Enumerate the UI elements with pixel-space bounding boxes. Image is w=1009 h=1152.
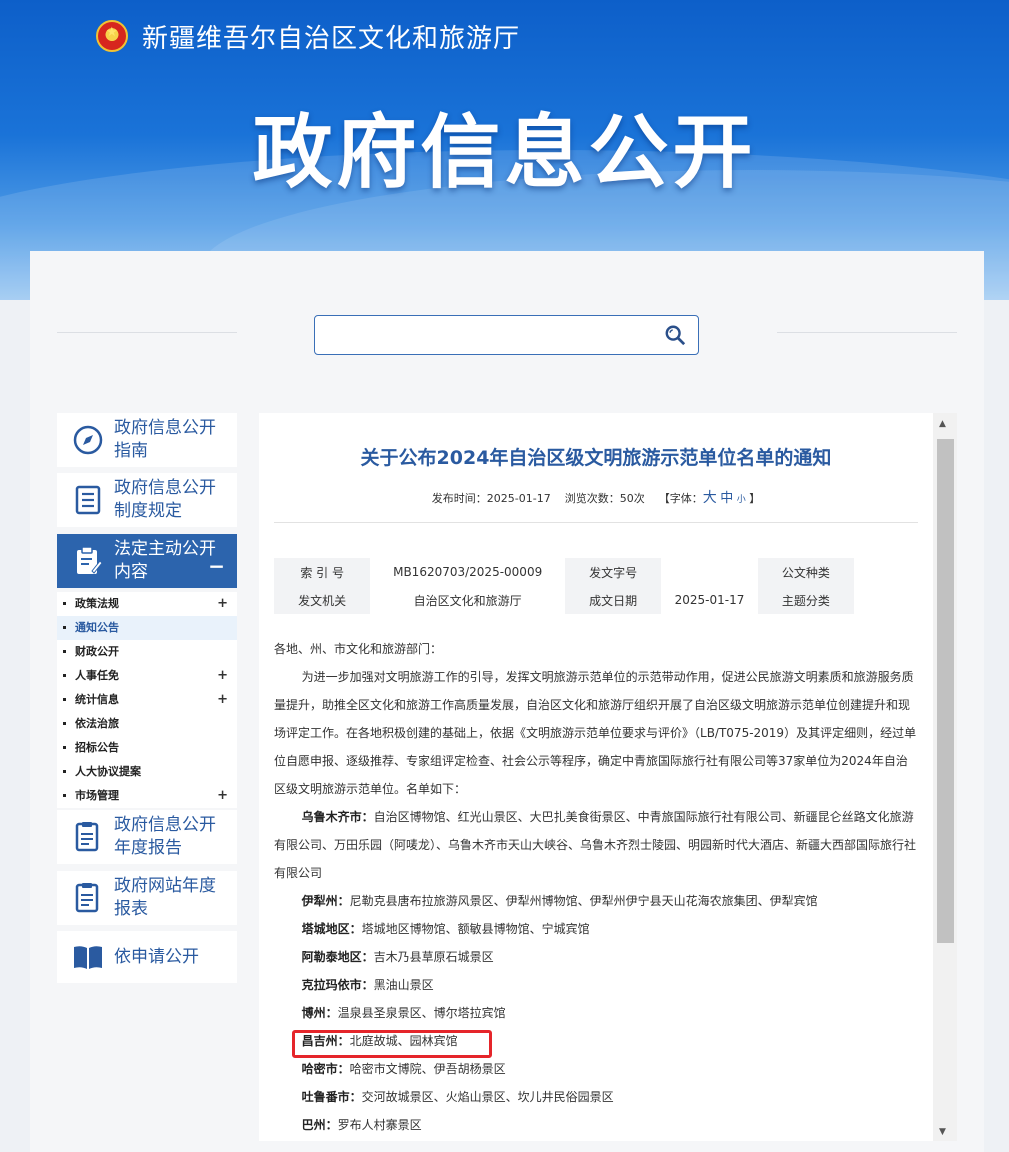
font-size-large-link[interactable]: 大 (703, 490, 717, 506)
sidebar-item-guide[interactable]: 政府信息公开指南 (57, 413, 237, 467)
submenu-item[interactable]: 人事任免+ (57, 664, 237, 688)
article-body: 各地、州、市文化和旅游部门： 为进一步加强对文明旅游工作的引导，发挥文明旅游示范… (274, 635, 918, 1139)
national-emblem-icon (96, 20, 128, 52)
sidebar-item-label: 政府网站年度报表 (114, 875, 224, 921)
info-label: 索 引 号 (274, 558, 370, 586)
sidebar-item-label: 政府信息公开年度报告 (114, 814, 224, 860)
submenu: 政策法规+ 通知公告 财政公开 人事任免+ 统计信息+ 依法治旅 招标公告 人大… (57, 592, 237, 808)
region-entry: 巴州：罗布人村寨景区 (274, 1111, 918, 1139)
page-title: 政府信息公开 (0, 88, 1009, 204)
org-name[interactable]: 新疆维吾尔自治区文化和旅游厅 (142, 18, 520, 55)
region-entry: 伊犁州：尼勒克县唐布拉旅游风景区、伊犁州博物馆、伊犁州伊宁县天山花海农旅集团、伊… (274, 887, 918, 915)
search-icon[interactable] (664, 324, 686, 346)
document-list-icon (72, 484, 104, 516)
region-entry: 博州：温泉县圣泉景区、博尔塔拉宾馆 (274, 999, 918, 1027)
region-entry: 克拉玛依市：黑油山景区 (274, 971, 918, 999)
content-container: 政府信息公开指南 政府信息公开制度规定 法定主动公开内容 − 政策法规+ (30, 251, 984, 1152)
region-entry: 乌鲁木齐市：自治区博物馆、红光山景区、大巴扎美食街景区、中青旅国际旅行社有限公司… (274, 803, 918, 887)
region-entry: 塔城地区：塔城地区博物馆、额敏县博物馆、宁城宾馆 (274, 915, 918, 943)
expand-icon[interactable]: + (217, 664, 228, 688)
compass-icon (72, 424, 104, 456)
article-panel: 关于公布2024年自治区级文明旅游示范单位名单的通知 发布时间：2025-01-… (259, 413, 933, 1141)
info-value: 自治区文化和旅游厅 (370, 586, 565, 614)
sidebar-item-rules[interactable]: 政府信息公开制度规定 (57, 473, 237, 527)
submenu-item[interactable]: 财政公开 (57, 640, 237, 664)
sidebar-item-website-report[interactable]: 政府网站年度报表 (57, 871, 237, 925)
expand-icon[interactable]: + (217, 592, 228, 616)
submenu-item[interactable]: 统计信息+ (57, 688, 237, 712)
submenu-item[interactable]: 政策法规+ (57, 592, 237, 616)
submenu-item[interactable]: 市场管理+ (57, 784, 237, 808)
article-meta: 发布时间：2025-01-17 浏览次数：50次 【字体：大 中 小 】 (259, 487, 933, 507)
submenu-item[interactable]: 通知公告 (57, 616, 237, 640)
sidebar-item-label: 政府信息公开制度规定 (114, 477, 224, 523)
clipboard-edit-icon (72, 545, 104, 577)
expand-icon[interactable]: + (217, 784, 228, 808)
info-value: MB1620703/2025-00009 (370, 558, 565, 586)
paragraph: 为进一步加强对文明旅游工作的引导，发挥文明旅游示范单位的示范带动作用，促进公民旅… (274, 663, 918, 803)
expand-icon[interactable]: + (217, 688, 228, 712)
search-input[interactable] (315, 316, 645, 354)
search-box (314, 315, 699, 355)
publish-date: 2025-01-17 (487, 492, 551, 505)
font-size-small-link[interactable]: 小 (737, 495, 746, 505)
book-icon (72, 941, 104, 973)
info-label: 发文机关 (274, 586, 370, 614)
submenu-item[interactable]: 依法治旅 (57, 712, 237, 736)
info-label: 成文日期 (565, 586, 661, 614)
font-size-medium-link[interactable]: 中 (720, 491, 733, 506)
scroll-down-icon[interactable]: ▼ (939, 1127, 946, 1137)
info-label: 发文字号 (565, 558, 661, 586)
divider (274, 522, 918, 523)
article-title: 关于公布2024年自治区级文明旅游示范单位名单的通知 (259, 443, 933, 470)
sidebar-item-label: 依申请公开 (114, 946, 224, 969)
divider (57, 332, 237, 333)
sidebar-item-apply[interactable]: 依申请公开 (57, 931, 237, 983)
sidebar-item-annual-report[interactable]: 政府信息公开年度报告 (57, 810, 237, 864)
info-label: 主题分类 (758, 586, 854, 614)
document-info-table: 索 引 号 MB1620703/2025-00009 发文字号 公文种类 发文机… (274, 558, 854, 614)
region-entry: 吐鲁番市：交河故城景区、火焰山景区、坎儿井民俗园景区 (274, 1083, 918, 1111)
report-icon (72, 882, 104, 914)
scrollbar[interactable]: ▲ ▼ (933, 413, 957, 1141)
region-entry: 哈密市：哈密市文博院、伊吾胡杨景区 (274, 1055, 918, 1083)
scrollbar-thumb[interactable] (937, 439, 954, 943)
report-icon (72, 821, 104, 853)
info-value (661, 558, 757, 586)
info-value: 2025-01-17 (661, 586, 757, 614)
highlight-annotation (292, 1030, 492, 1058)
region-entry: 阿勒泰地区：吉木乃县草原石城景区 (274, 943, 918, 971)
view-count: 50次 (620, 492, 645, 505)
submenu-item[interactable]: 招标公告 (57, 736, 237, 760)
info-label: 公文种类 (758, 558, 854, 586)
sidebar-item-label: 政府信息公开指南 (114, 417, 224, 463)
sidebar-item-mandatory[interactable]: 法定主动公开内容 − (57, 534, 237, 588)
divider (777, 332, 957, 333)
collapse-icon[interactable]: − (208, 554, 225, 578)
salutation: 各地、州、市文化和旅游部门： (274, 635, 918, 663)
scroll-up-icon[interactable]: ▲ (939, 419, 946, 429)
submenu-item[interactable]: 人大协议提案 (57, 760, 237, 784)
